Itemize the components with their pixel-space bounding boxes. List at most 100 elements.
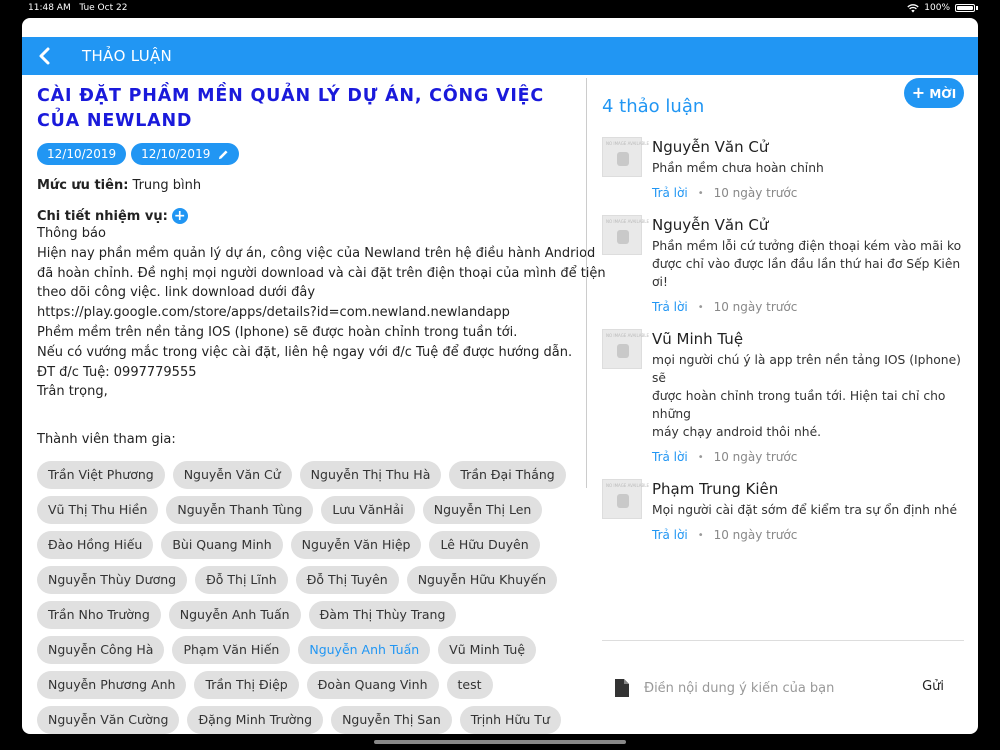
- member-chip[interactable]: Nguyễn Văn Cường: [37, 706, 180, 734]
- placeholder-image-icon: [617, 344, 629, 358]
- member-chip[interactable]: Nguyễn Thanh Tùng: [166, 496, 314, 525]
- avatar-placeholder-text: NO IMAGE AVAILABLE: [606, 333, 650, 338]
- member-chip[interactable]: Bùi Quang Minh: [161, 531, 283, 560]
- comment-meta: Trả lời • 10 ngày trước: [652, 300, 964, 314]
- invite-button[interactable]: + MỜI: [904, 78, 964, 108]
- comment-time: 10 ngày trước: [713, 300, 798, 314]
- member-chip[interactable]: Đào Hồng Hiếu: [37, 531, 154, 560]
- member-chip[interactable]: Nguyễn Phương Anh: [37, 671, 187, 700]
- pencil-icon[interactable]: [218, 149, 229, 160]
- comment-list: NO IMAGE AVAILABLE Nguyễn Văn Cử Phần mềm …: [602, 136, 964, 556]
- start-date-badge: 12/10/2019: [37, 143, 127, 165]
- composer-divider: [602, 640, 964, 641]
- status-right: 100%: [907, 0, 978, 16]
- task-dates: 12/10/2019 12/10/2019: [37, 143, 577, 165]
- description-line: Phềm mềm trên nền tảng IOS (Iphone) sẽ đ…: [37, 324, 518, 340]
- description-line: đã hoàn chỉnh. Đề nghị mọi người downloa…: [37, 265, 606, 281]
- member-chip[interactable]: Nguyễn Văn Hiệp: [290, 531, 422, 560]
- reply-link[interactable]: Trả lời: [652, 528, 688, 542]
- comment-meta: Trả lời • 10 ngày trước: [652, 186, 964, 200]
- member-chip[interactable]: Trần Nho Trường: [37, 601, 161, 630]
- reply-link[interactable]: Trả lời: [652, 186, 688, 200]
- comment-item: NO IMAGE AVAILABLE Nguyễn Văn Cử Phần mềm …: [602, 136, 964, 200]
- start-date: 12/10/2019: [47, 147, 117, 161]
- comment-author: Nguyễn Văn Cử: [652, 216, 769, 234]
- end-date-badge[interactable]: 12/10/2019: [131, 143, 240, 165]
- member-chip[interactable]: Nguyễn Thùy Dương: [37, 566, 188, 595]
- avatar: NO IMAGE AVAILABLE: [602, 215, 649, 255]
- comment-time: 10 ngày trước: [713, 528, 798, 542]
- comment-text: Phần mềm lỗi cứ tưởng điện thoại kém vào…: [652, 237, 964, 291]
- nav-title: THẢO LUẬN: [82, 47, 173, 65]
- member-chip[interactable]: Đàm Thị Thùy Trang: [308, 601, 457, 630]
- comment-time: 10 ngày trước: [713, 186, 798, 200]
- reply-link[interactable]: Trả lời: [652, 450, 688, 464]
- member-chip[interactable]: Đặng Minh Trường: [187, 706, 324, 734]
- comment-text: Mọi người cài đặt sớm để kiểm tra sự ổn …: [652, 501, 964, 519]
- comment-meta: Trả lời • 10 ngày trước: [652, 450, 964, 464]
- member-chip[interactable]: Vũ Thị Thu Hiền: [37, 496, 159, 525]
- member-chip[interactable]: Nguyễn Thị Thu Hà: [299, 461, 442, 490]
- description-line: Hiện nay phần mềm quản lý dự án, công vi…: [37, 245, 596, 261]
- comment-text: mọi người chú ý là app trên nền tảng IOS…: [652, 351, 964, 441]
- avatar: NO IMAGE AVAILABLE: [602, 137, 649, 177]
- nav-bar: THẢO LUẬN: [22, 37, 978, 75]
- member-chip[interactable]: Trịnh Hữu Tư: [459, 706, 561, 734]
- member-chip[interactable]: Lê Hữu Duyên: [429, 531, 540, 560]
- wifi-icon: [907, 3, 919, 12]
- comment-author: Vũ Minh Tuệ: [652, 330, 744, 348]
- discussion-count: 4 thảo luận: [602, 96, 705, 117]
- description-line: https://play.google.com/store/apps/detai…: [37, 305, 510, 321]
- member-chip[interactable]: Vũ Minh Tuệ: [438, 636, 537, 665]
- status-date: Tue Oct 22: [79, 3, 128, 13]
- member-chip[interactable]: Nguyễn Thị San: [331, 706, 452, 734]
- file-attach-icon[interactable]: [614, 678, 630, 698]
- avatar: NO IMAGE AVAILABLE: [602, 329, 649, 369]
- plus-icon: +: [911, 83, 926, 102]
- member-chip[interactable]: Đỗ Thị Tuyên: [295, 566, 399, 595]
- detail-label: Chi tiết nhiệm vụ:: [37, 208, 168, 224]
- back-chevron-icon[interactable]: [36, 45, 56, 67]
- battery-icon: [955, 4, 975, 12]
- comment-text-line: Phần mềm lỗi cứ tưởng điện thoại kém vào…: [652, 239, 962, 253]
- send-button[interactable]: Gửi: [922, 672, 944, 702]
- comment-text-line: Mọi người cài đặt sớm để kiểm tra sự ổn …: [652, 503, 958, 517]
- member-chip[interactable]: Lưu VănHải: [321, 496, 415, 525]
- member-chip[interactable]: Trần Đại Thắng: [449, 461, 566, 490]
- member-chip[interactable]: Nguyễn Hữu Khuyến: [406, 566, 558, 595]
- member-chip[interactable]: Nguyễn Anh Tuấn: [168, 601, 301, 630]
- task-detail-pane: CÀI ĐẶT PHẦM MỀN QUẢN LÝ DỰ ÁN, CÔNG VIỆ…: [37, 84, 606, 734]
- priority-row: Mức ưu tiên: Trung bình: [37, 178, 577, 193]
- description-line: Trân trọng,: [37, 384, 108, 400]
- comment-input[interactable]: [642, 674, 906, 702]
- member-chip[interactable]: Trần Việt Phương: [37, 461, 165, 490]
- comment-text-line: được chỉ vào được lần đầu lần thứ hai đơ…: [652, 257, 961, 289]
- member-chip[interactable]: Nguyễn Văn Cử: [172, 461, 292, 490]
- description-line: ĐT đ/c Tuệ: 0997779555: [37, 364, 197, 380]
- avatar-placeholder-text: NO IMAGE AVAILABLE: [606, 141, 650, 146]
- separator-dot: •: [697, 187, 704, 199]
- task-description: Thông báo Hiện nay phần mềm quản lý dự án…: [37, 224, 606, 402]
- comment-composer: Gửi: [602, 672, 964, 702]
- member-chip[interactable]: Trần Thị Điệp: [194, 671, 299, 700]
- detail-header: Chi tiết nhiệm vụ: +: [37, 208, 577, 224]
- member-chip[interactable]: Nguyễn Anh Tuấn: [298, 636, 431, 665]
- add-detail-plus-icon[interactable]: +: [171, 208, 188, 224]
- reply-link[interactable]: Trả lời: [652, 300, 688, 314]
- description-line: Nếu có vướng mắc trong việc cài đặt, liê…: [37, 344, 573, 360]
- member-chip[interactable]: Đỗ Thị Lĩnh: [195, 566, 288, 595]
- separator-dot: •: [697, 451, 704, 463]
- comment-item: NO IMAGE AVAILABLE Vũ Minh Tuệ mọi người c…: [602, 328, 964, 464]
- description-line: Thông báo: [37, 226, 106, 241]
- member-chip[interactable]: test: [446, 671, 493, 700]
- placeholder-image-icon: [617, 230, 629, 244]
- priority-value: Trung bình: [132, 178, 202, 193]
- comment-item: NO IMAGE AVAILABLE Phạm Trung Kiên Mọi ngư…: [602, 478, 964, 542]
- task-title: CÀI ĐẶT PHẦM MỀN QUẢN LÝ DỰ ÁN, CÔNG VIỆ…: [37, 86, 545, 131]
- member-chip[interactable]: Nguyễn Công Hà: [37, 636, 165, 665]
- member-chip[interactable]: Đoàn Quang Vinh: [306, 671, 439, 700]
- member-chip[interactable]: Nguyễn Thị Len: [422, 496, 543, 525]
- description-line: theo dõi công việc. link download dưới đ…: [37, 285, 316, 301]
- end-date: 12/10/2019: [141, 147, 211, 161]
- member-chip[interactable]: Phạm Văn Hiến: [172, 636, 291, 665]
